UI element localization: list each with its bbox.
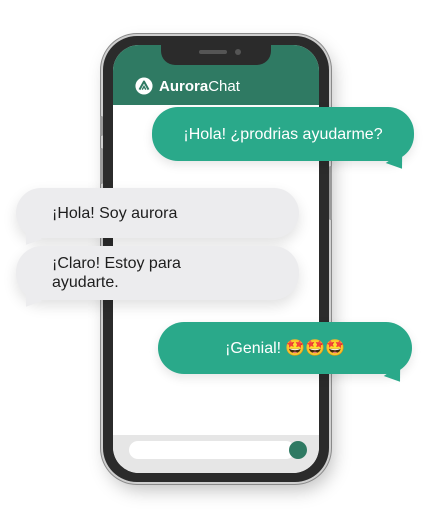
front-camera	[235, 49, 241, 55]
speaker-grille	[199, 50, 227, 54]
message-composer	[113, 435, 319, 473]
phone-side-button	[100, 116, 103, 136]
send-button[interactable]	[289, 441, 307, 459]
message-text: ¡Genial!	[225, 339, 282, 357]
chat-bubble-bot: ¡Claro! Estoy para ayudarte.	[16, 246, 299, 300]
app-brand: Aurora Chat	[135, 77, 240, 95]
app-name-strong: Aurora	[159, 77, 209, 95]
message-text: ¡Hola! Soy aurora	[52, 204, 178, 222]
chat-bubble-bot: ¡Hola! Soy aurora	[16, 188, 299, 238]
message-input[interactable]	[129, 441, 295, 459]
aurora-logo-icon	[135, 77, 153, 95]
star-struck-emoji: 🤩🤩🤩	[285, 339, 345, 357]
phone-notch	[161, 45, 271, 65]
phone-volume-up-button	[100, 148, 103, 184]
message-text: ¡Claro! Estoy para ayudarte.	[52, 255, 181, 291]
chat-bubble-user: ¡Genial! 🤩🤩🤩	[158, 322, 412, 374]
app-name-regular: Chat	[208, 77, 240, 95]
chat-bubble-user: ¡Hola! ¿prodrias ayudarme?	[152, 107, 414, 161]
message-text: ¡Hola! ¿prodrias ayudarme?	[183, 125, 383, 143]
phone-power-button	[329, 166, 332, 220]
